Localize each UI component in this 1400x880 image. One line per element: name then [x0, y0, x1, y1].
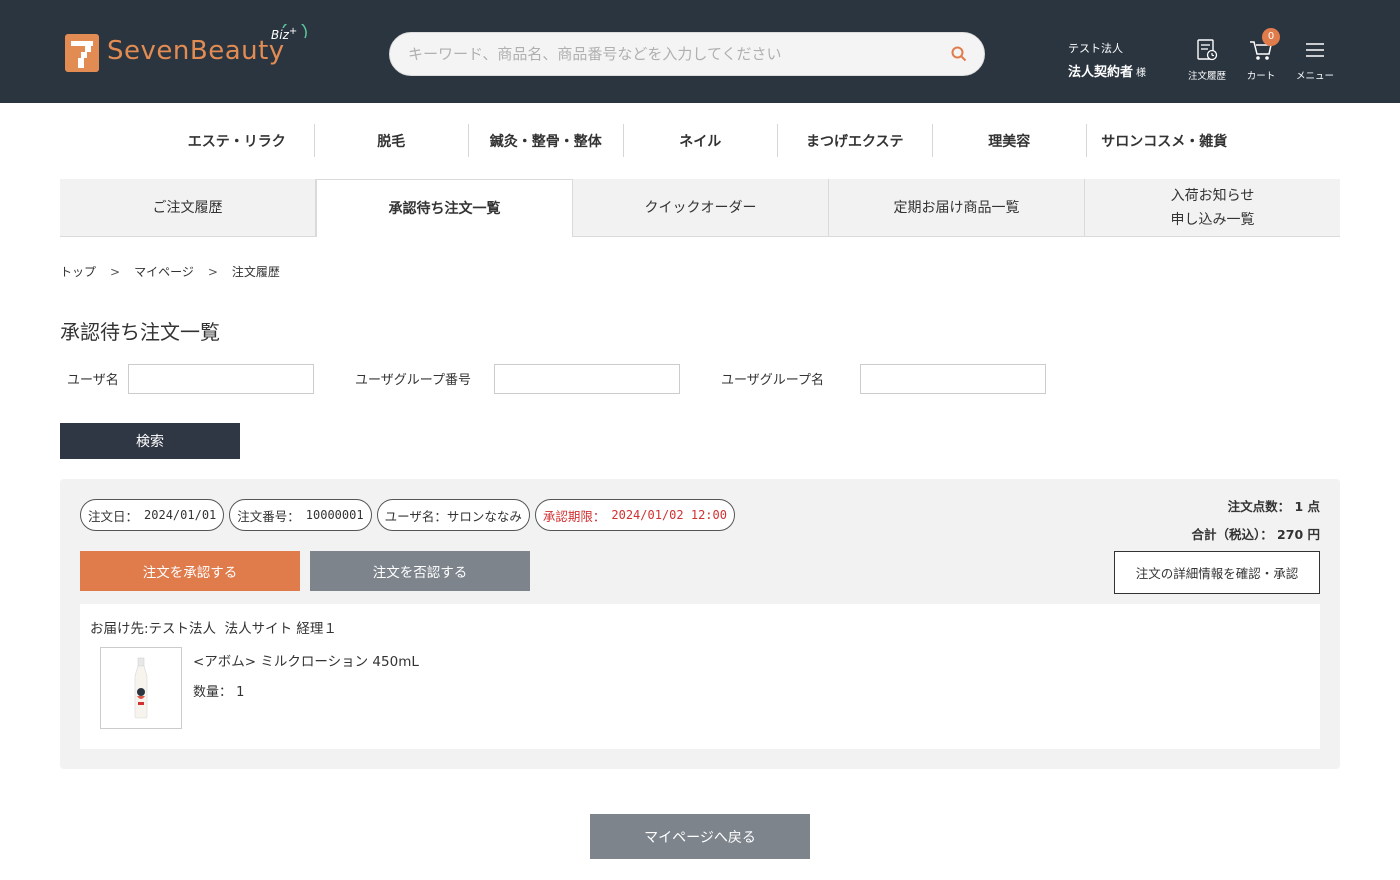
category-nav: エステ・リラク 脱毛 鍼灸・整骨・整体 ネイル まつげエクステ 理美容 サロンコ…	[160, 124, 1242, 157]
cart-link[interactable]: 0 カート	[1244, 28, 1280, 82]
user-info: テスト法人 法人契約者様	[1068, 40, 1146, 80]
order-history-label: 注文履歴	[1187, 71, 1226, 82]
user-group-name-label: ユーザグループ名	[721, 373, 824, 388]
tab-subscription[interactable]: 定期お届け商品一覧	[829, 179, 1085, 237]
reject-order-button[interactable]: 注文を否認する	[310, 551, 530, 591]
cart-count-badge: 0	[1262, 28, 1280, 46]
search-icon	[951, 46, 967, 62]
chevron-right-icon: >	[207, 264, 218, 279]
breadcrumb: トップ > マイページ > 注文履歴	[60, 263, 280, 280]
lotion-bottle-icon	[134, 657, 148, 719]
order-totals: 注文点数： 1 点 合計（税込）： 270 円	[1191, 493, 1320, 549]
category-item-hair-removal[interactable]: 脱毛	[315, 124, 469, 157]
menu-label: メニュー	[1295, 71, 1334, 82]
cart-label: カート	[1246, 71, 1276, 82]
user-name-label: ユーザ名	[67, 373, 119, 388]
order-history-link[interactable]: 注文履歴	[1186, 38, 1228, 82]
approval-deadline-pill: 承認期限： 2024/01/02 12:00	[534, 499, 735, 531]
search-button[interactable]	[940, 35, 978, 73]
order-total: 合計（税込）： 270 円	[1191, 527, 1320, 542]
user-name-input[interactable]	[128, 364, 314, 394]
order-history-icon	[1197, 39, 1218, 61]
user-group-number-label: ユーザグループ番号	[355, 373, 471, 388]
logo-arc-icon	[282, 24, 307, 39]
order-meta-pills: 注文日： 2024/01/01 注文番号： 10000001 ユーザ名： サロンななみ…	[80, 499, 735, 531]
category-item-hair-beauty[interactable]: 理美容	[933, 124, 1087, 157]
logo-mark-icon	[65, 34, 99, 72]
hamburger-icon	[1306, 43, 1324, 57]
tab-order-history[interactable]: ご注文履歴	[60, 179, 316, 237]
site-header: SevenBeauty Biz+ テスト法人 法人契約者様 注文履歴	[0, 0, 1400, 103]
pending-order-card: 注文日： 2024/01/01 注文番号： 10000001 ユーザ名： サロンななみ…	[60, 479, 1340, 769]
tab-restock-notice[interactable]: 入荷お知らせ 申し込み一覧	[1085, 179, 1340, 237]
order-number-pill: 注文番号： 10000001	[229, 499, 372, 531]
search-bar	[389, 32, 985, 76]
category-item-esthe[interactable]: エステ・リラク	[160, 124, 315, 157]
menu-button[interactable]: メニュー	[1294, 38, 1336, 82]
order-user-pill: ユーザ名： サロンななみ	[376, 499, 530, 531]
product-image[interactable]	[100, 647, 182, 729]
breadcrumb-top[interactable]: トップ	[60, 263, 96, 280]
search-input[interactable]	[390, 33, 940, 75]
delivery-section: お届け先:テスト法人 法人サイト 経理１ <アボム> ミルクローション 450m…	[80, 604, 1320, 749]
logo-text: SevenBeauty	[107, 36, 285, 66]
order-item-count: 注文点数： 1 点	[1227, 499, 1320, 514]
category-item-eyelash[interactable]: まつげエクステ	[778, 124, 933, 157]
back-to-mypage-button[interactable]: マイページへ戻る	[590, 814, 810, 859]
product-name[interactable]: <アボム> ミルクローション 450mL	[193, 650, 419, 670]
product-quantity: 数量： 1	[193, 685, 245, 700]
search-submit-button[interactable]: 検索	[60, 423, 240, 459]
user-name: 法人契約者様	[1068, 65, 1147, 80]
chevron-right-icon: >	[110, 264, 121, 279]
user-group-name-input[interactable]	[860, 364, 1046, 394]
page-title: 承認待ち注文一覧	[60, 320, 220, 344]
user-company: テスト法人	[1068, 42, 1123, 55]
mypage-tabs: ご注文履歴 承認待ち注文一覧 クイックオーダー 定期お届け商品一覧 入荷お知らせ…	[60, 179, 1340, 237]
tab-pending-approval[interactable]: 承認待ち注文一覧	[316, 179, 573, 237]
delivery-address: お届け先:テスト法人 法人サイト 経理１	[90, 621, 337, 637]
breadcrumb-current: 注文履歴	[231, 265, 280, 279]
tab-quick-order[interactable]: クイックオーダー	[573, 179, 829, 237]
user-group-number-input[interactable]	[494, 364, 680, 394]
approve-order-button[interactable]: 注文を承認する	[80, 551, 300, 591]
category-item-salon-cosme[interactable]: サロンコスメ・雑貨	[1087, 124, 1242, 157]
category-item-acupuncture[interactable]: 鍼灸・整骨・整体	[469, 124, 624, 157]
order-detail-button[interactable]: 注文の詳細情報を確認・承認	[1114, 551, 1320, 594]
breadcrumb-mypage[interactable]: マイページ	[134, 263, 194, 280]
category-item-nail[interactable]: ネイル	[624, 124, 778, 157]
order-date-pill: 注文日： 2024/01/01	[80, 499, 225, 531]
site-logo[interactable]: SevenBeauty Biz+	[65, 24, 307, 74]
